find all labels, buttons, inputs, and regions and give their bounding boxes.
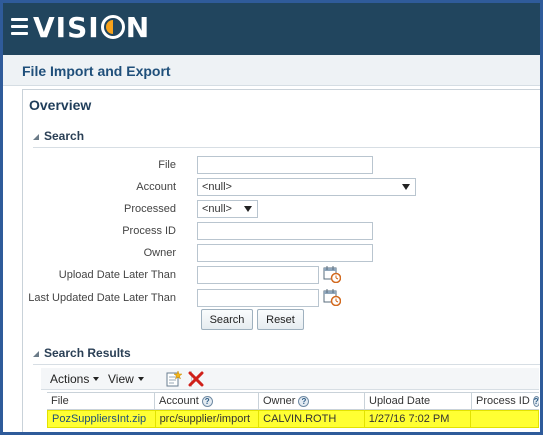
help-icon[interactable]: ? bbox=[532, 395, 539, 407]
account-select[interactable]: <null> bbox=[197, 178, 416, 196]
last-updated-row: Last Updated Date Later Than bbox=[3, 289, 523, 307]
upload-date-row: Upload Date Later Than bbox=[3, 266, 523, 284]
file-row: File bbox=[3, 156, 523, 174]
delete-icon[interactable] bbox=[187, 370, 205, 388]
process-id-cell bbox=[471, 411, 538, 427]
logo-o-mark bbox=[100, 15, 125, 39]
calendar-icon[interactable] bbox=[323, 288, 341, 306]
vision-logo: VISI N bbox=[33, 11, 151, 44]
page-title: File Import and Export bbox=[22, 63, 171, 79]
results-section-title: Search Results bbox=[44, 346, 131, 360]
last-updated-input[interactable] bbox=[197, 289, 319, 307]
process-id-input[interactable] bbox=[197, 222, 373, 240]
account-row: Account <null> bbox=[3, 178, 523, 196]
upload-date-label: Upload Date Later Than bbox=[58, 269, 176, 281]
file-input[interactable] bbox=[197, 156, 373, 174]
chevron-down-icon bbox=[244, 206, 252, 212]
help-icon[interactable]: ? bbox=[298, 395, 310, 407]
calendar-icon[interactable] bbox=[323, 265, 341, 283]
menu-icon[interactable] bbox=[11, 18, 28, 36]
reset-button[interactable]: Reset bbox=[257, 309, 304, 330]
process-id-label: Process ID bbox=[122, 225, 176, 237]
upload-date-input[interactable] bbox=[197, 266, 319, 284]
account-cell: prc/supplier/import bbox=[156, 411, 260, 427]
processed-select[interactable]: <null> bbox=[197, 200, 258, 218]
processed-row: Processed <null> bbox=[3, 200, 523, 218]
column-header-owner[interactable]: Owner? bbox=[259, 393, 365, 409]
owner-label: Owner bbox=[143, 247, 176, 259]
actions-menu[interactable]: Actions bbox=[50, 372, 100, 386]
search-button[interactable]: Search bbox=[201, 309, 253, 330]
help-icon[interactable]: ? bbox=[201, 395, 213, 407]
table-header: File Account? Owner? Upload Date Process… bbox=[47, 392, 539, 410]
owner-cell: CALVIN.ROTH bbox=[259, 411, 365, 427]
owner-input[interactable] bbox=[197, 244, 373, 262]
column-header-process-id[interactable]: Process ID? bbox=[472, 393, 539, 409]
brand-bar: VISI N bbox=[3, 3, 540, 55]
processed-label: Processed bbox=[124, 203, 176, 215]
search-section-header[interactable]: Search bbox=[33, 127, 84, 145]
page-header: File Import and Export bbox=[3, 55, 540, 86]
view-menu[interactable]: View bbox=[108, 372, 144, 386]
results-toolbar: Actions View bbox=[41, 368, 539, 390]
search-section-title: Search bbox=[44, 129, 85, 143]
column-header-upload-date[interactable]: Upload Date bbox=[365, 393, 472, 409]
file-cell[interactable]: PozSuppliersInt.zip bbox=[48, 411, 156, 427]
collapse-triangle-icon[interactable] bbox=[33, 134, 39, 140]
new-file-icon[interactable] bbox=[165, 370, 183, 388]
file-label: File bbox=[158, 159, 176, 171]
chevron-down-icon bbox=[93, 377, 100, 381]
chevron-down-icon bbox=[402, 184, 410, 190]
results-section-header[interactable]: Search Results bbox=[33, 344, 131, 362]
account-label: Account bbox=[136, 181, 176, 193]
process-id-row: Process ID bbox=[3, 222, 523, 240]
column-header-file[interactable]: File bbox=[47, 393, 155, 409]
upload-date-cell: 1/27/16 7:02 PM bbox=[365, 411, 472, 427]
overview-heading: Overview bbox=[29, 97, 92, 113]
chevron-down-icon bbox=[137, 377, 144, 381]
divider bbox=[33, 147, 540, 148]
owner-row: Owner bbox=[3, 244, 523, 262]
column-header-account[interactable]: Account? bbox=[155, 393, 259, 409]
app-window: VISI N File Import and Export Overview Se… bbox=[0, 0, 543, 435]
collapse-triangle-icon[interactable] bbox=[33, 351, 39, 357]
divider bbox=[33, 364, 540, 365]
table-row[interactable]: PozSuppliersInt.zip prc/supplier/import … bbox=[47, 410, 539, 428]
last-updated-label: Last Updated Date Later Than bbox=[28, 292, 176, 304]
